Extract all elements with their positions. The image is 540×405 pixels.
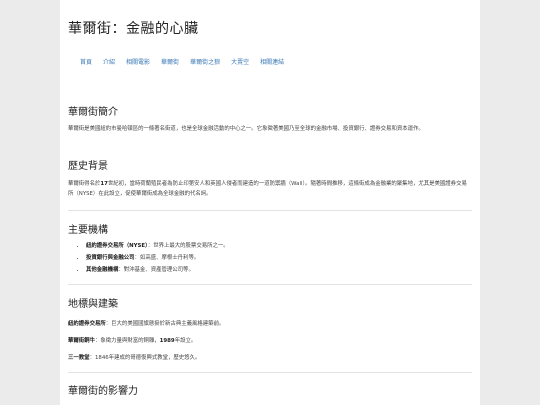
institutions-list: 紐約證券交易所（NYSE）：世界上最大的股票交易所之一。 投資銀行與金融公司：如… [74,242,229,278]
nav-item-home[interactable]: 首頁 [80,57,92,66]
list-item: 紐約證券交易所（NYSE）：世界上最大的股票交易所之一。 [86,242,229,254]
nav-item-big-short[interactable]: 大賣空 [231,57,249,66]
nav-item-wolf[interactable]: 華爾街之狼 [190,57,220,66]
history-heading: 歷史背景 [68,161,108,172]
landmark-item: 紐約證券交易所：巨大的美國國旗懸掛於新古典主義風格建築前。 [68,321,225,327]
list-item: 其他金融機構：對沖基金、資產管理公司等。 [86,266,229,278]
divider [68,284,472,285]
impact-heading: 華爾街的影響力 [68,386,138,397]
history-text: 華爾街得名於17世紀初，當時荷蘭殖民者為防止印第安人和英國人侵者而建造的一道防禦… [68,181,467,197]
divider [68,372,472,373]
landmarks-heading: 地標與建築 [68,299,118,310]
intro-heading: 華爾街簡介 [68,107,118,118]
site-title: 華爾街：金融的心臟 [68,21,199,37]
nav-bar: 首頁 介紹 相關電影 華爾街 華爾街之狼 大賣空 相關連結 [80,57,295,66]
landmark-item: 三一教堂：1846年建成的哥德復興式教堂，歷史悠久。 [68,355,201,361]
nav-item-intro[interactable]: 介紹 [103,57,115,66]
intro-text: 華爾街是美國紐約市曼哈頓區的一條著名街道，也是全球金融活動的中心之一。它象徵著美… [68,126,424,132]
nav-item-links[interactable]: 相關連結 [260,57,284,66]
page-content: 華爾街：金融的心臟 首頁 介紹 相關電影 華爾街 華爾街之狼 大賣空 相關連結 … [60,0,480,405]
list-item: 投資銀行與金融公司：如高盛、摩根士丹利等。 [86,254,229,266]
divider [68,210,472,211]
institutions-heading: 主要機構 [68,225,108,236]
nav-item-wall-street[interactable]: 華爾街 [161,57,179,66]
landmark-item: 華爾街銅牛：象徵力量與財富的銅雕，1989年設立。 [68,338,197,344]
nav-item-films[interactable]: 相關電影 [126,57,150,66]
